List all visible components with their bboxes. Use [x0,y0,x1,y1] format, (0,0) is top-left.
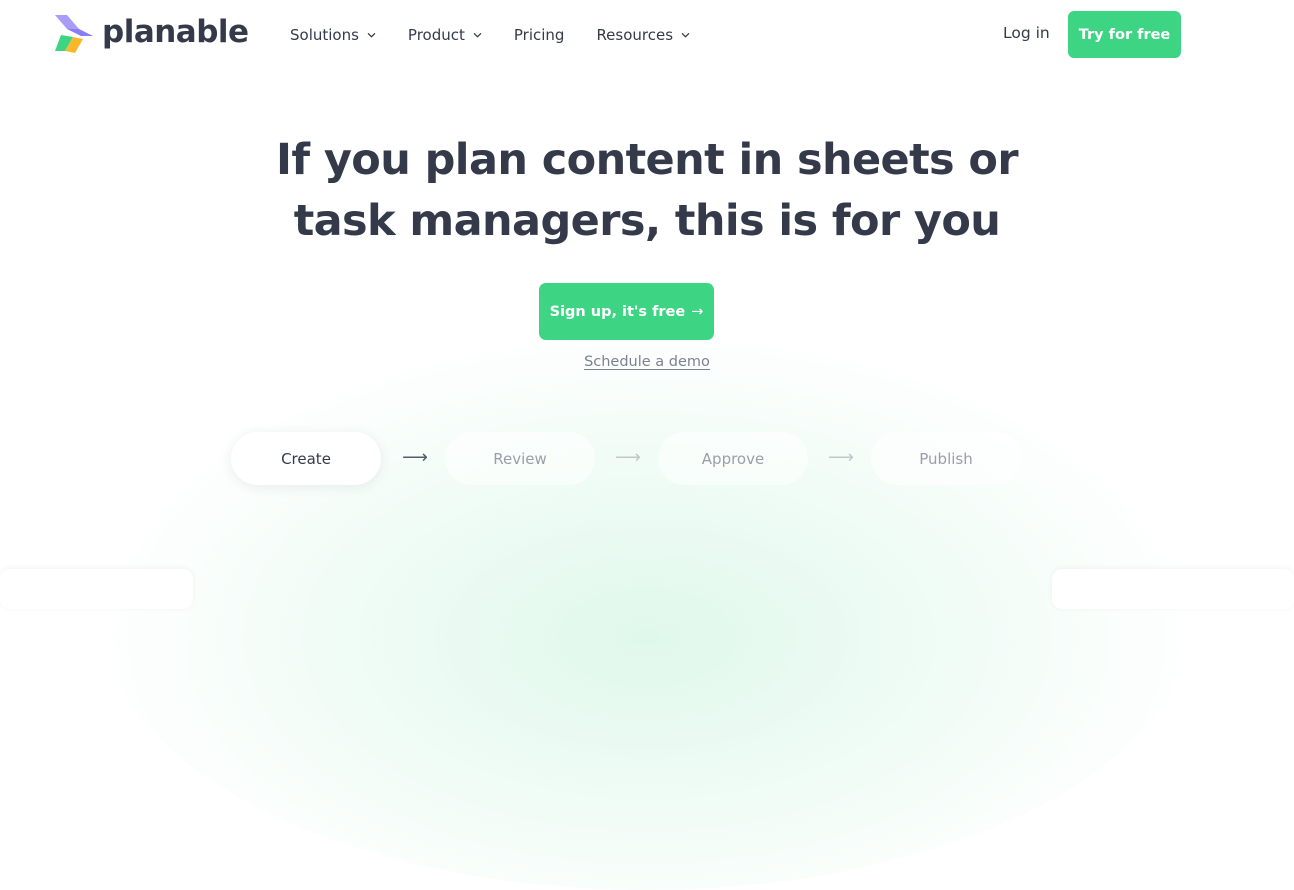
step-arrow-icon: ⟶ [402,446,428,468]
step-publish[interactable]: Publish [871,432,1021,485]
workflow-steps: Create ⟶ Review ⟶ Approve ⟶ Publish [231,432,1021,485]
nav-solutions-label: Solutions [290,26,359,44]
logo-wordmark: planable [102,14,249,50]
nav-product-label: Product [407,26,465,44]
background-glow [97,330,1197,890]
step-create[interactable]: Create [231,432,381,485]
nav-resources[interactable]: Resources [596,26,690,44]
preview-card-left [0,569,193,609]
step-arrow-icon: ⟶ [615,446,641,468]
nav-pricing[interactable]: Pricing [514,26,565,44]
step-review[interactable]: Review [445,432,595,485]
hero-headline-line-1: If you plan content in sheets or [276,135,1019,185]
preview-card-right [1052,569,1294,609]
nav-pricing-label: Pricing [513,26,565,44]
schedule-demo-row: Schedule a demo [0,354,1294,370]
try-for-free-button[interactable]: Try for free [1068,11,1181,58]
site-header: planable Solutions Product Pricing Resou… [0,0,1294,70]
main-nav: Solutions Product Pricing Resources [290,24,722,46]
hero-headline-line-2: task managers, this is for you [293,196,1001,246]
planable-logo[interactable]: planable [53,13,249,55]
signup-button-label: Sign up, it's free [549,303,686,320]
planable-logo-icon [55,15,93,53]
nav-product[interactable]: Product [408,26,482,44]
chevron-down-icon [681,32,690,37]
signup-button[interactable]: Sign up, it's free → [539,283,714,340]
schedule-demo-link[interactable]: Schedule a demo [584,354,710,370]
nav-solutions[interactable]: Solutions [290,26,376,44]
nav-resources-label: Resources [596,26,674,44]
step-approve[interactable]: Approve [658,432,808,485]
login-link[interactable]: Log in [1003,24,1050,42]
chevron-down-icon [473,32,482,37]
arrow-right-icon: → [691,303,704,320]
hero-headline: If you plan content in sheets or task ma… [0,130,1294,252]
step-arrow-icon: ⟶ [828,446,854,468]
chevron-down-icon [367,32,376,37]
